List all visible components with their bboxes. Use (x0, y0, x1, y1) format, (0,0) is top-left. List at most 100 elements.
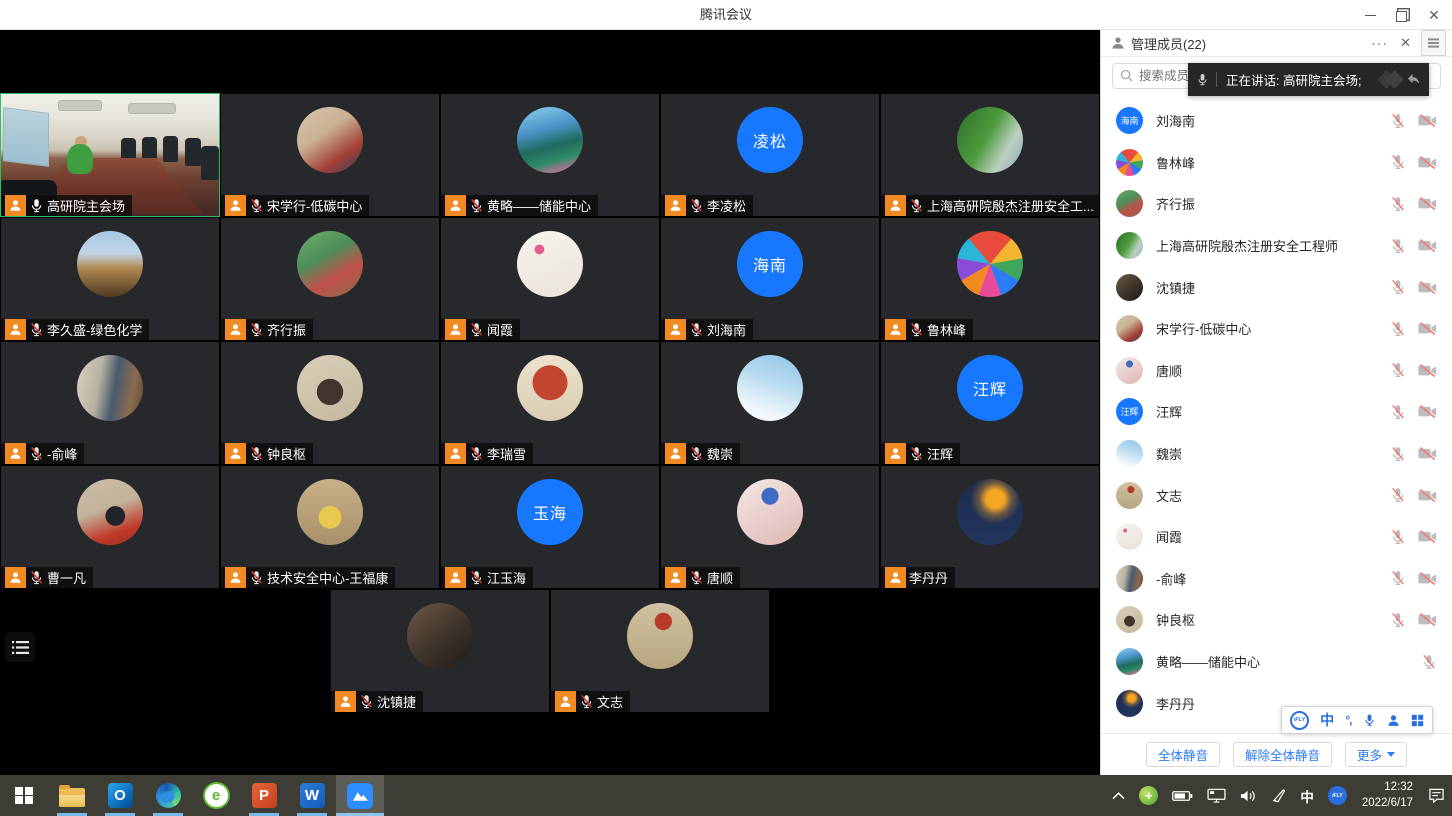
tray-expand-chevron[interactable] (1105, 775, 1132, 816)
video-tile[interactable]: 海南 刘海南 (660, 217, 880, 341)
ime-language-button[interactable]: 中 (1320, 710, 1334, 730)
camera-muted-icon[interactable] (1418, 196, 1437, 211)
tray-display-icon[interactable] (1200, 775, 1233, 816)
video-tile[interactable]: 技术安全中心-王福康 (220, 465, 440, 589)
video-tile[interactable]: 高研院主会场 (0, 93, 220, 217)
tray-ifly-icon[interactable]: iFLY (1321, 775, 1354, 816)
unmute-all-button[interactable]: 解除全体静音 (1233, 742, 1332, 767)
mic-muted-icon[interactable] (1390, 113, 1406, 129)
member-row[interactable]: 黄略——储能中心 (1101, 641, 1452, 683)
tray-pen-icon[interactable] (1264, 775, 1293, 816)
mic-muted-icon[interactable] (1390, 154, 1406, 170)
video-tile[interactable]: 玉海 江玉海 (440, 465, 660, 589)
taskbar-file-explorer[interactable] (48, 775, 96, 816)
camera-muted-icon[interactable] (1418, 612, 1437, 627)
taskbar-outlook[interactable]: O (96, 775, 144, 816)
video-tile[interactable]: 魏崇 (660, 341, 880, 465)
camera-muted-icon[interactable] (1418, 280, 1437, 295)
camera-muted-icon[interactable] (1418, 363, 1437, 378)
member-row[interactable]: 宋学行-低碳中心 (1101, 308, 1452, 350)
video-tile[interactable]: 闻霞 (440, 217, 660, 341)
camera-muted-icon[interactable] (1418, 113, 1437, 128)
ifly-logo-icon[interactable]: iFLY (1290, 711, 1309, 730)
video-tile[interactable]: 李瑞雪 (440, 341, 660, 465)
mic-muted-icon[interactable] (1390, 279, 1406, 295)
mic-muted-icon[interactable] (1390, 612, 1406, 628)
camera-muted-icon[interactable] (1418, 571, 1437, 586)
mic-muted-icon[interactable] (1421, 654, 1437, 670)
mic-muted-icon[interactable] (1390, 446, 1406, 462)
restore-button[interactable] (1386, 0, 1418, 30)
mic-muted-icon[interactable] (1390, 487, 1406, 503)
taskbar-edge[interactable] (144, 775, 192, 816)
video-tile[interactable]: 鲁林峰 (880, 217, 1100, 341)
panel-dock-button[interactable] (1421, 30, 1446, 56)
tray-ime-indicator[interactable]: 中 (1293, 775, 1321, 816)
mic-muted-icon[interactable] (1390, 570, 1406, 586)
member-row[interactable]: 唐顺 (1101, 350, 1452, 392)
member-row[interactable]: 闻霞 (1101, 516, 1452, 558)
ime-skin-button[interactable] (1411, 714, 1424, 727)
video-tile[interactable]: 李久盛-绿色化学 (0, 217, 220, 341)
video-tile[interactable]: 宋学行-低碳中心 (220, 93, 440, 217)
camera-muted-icon[interactable] (1418, 321, 1437, 336)
camera-muted-icon[interactable] (1418, 446, 1437, 461)
video-tile[interactable]: 唐顺 (660, 465, 880, 589)
member-row[interactable]: 钟良枢 (1101, 599, 1452, 641)
ime-user-button[interactable] (1387, 714, 1400, 727)
taskbar-360-browser[interactable]: e (192, 775, 240, 816)
panel-more-menu[interactable]: ··· (1365, 35, 1394, 51)
member-row[interactable]: 齐行振 (1101, 183, 1452, 225)
close-button[interactable]: ✕ (1418, 0, 1450, 30)
member-row[interactable]: 文志 (1101, 474, 1452, 516)
mic-muted-icon[interactable] (1390, 321, 1406, 337)
video-tile[interactable]: 上海高研院殷杰注册安全工... (880, 93, 1100, 217)
camera-muted-icon[interactable] (1418, 238, 1437, 253)
video-tile[interactable]: 曹一凡 (0, 465, 220, 589)
video-tile[interactable]: 齐行振 (220, 217, 440, 341)
member-controls (1421, 654, 1437, 670)
video-tile[interactable]: -俞峰 (0, 341, 220, 465)
panel-close-button[interactable]: ✕ (1394, 35, 1417, 51)
tray-battery-icon[interactable] (1165, 775, 1200, 816)
member-row[interactable]: 上海高研院殷杰注册安全工程师 (1101, 225, 1452, 267)
member-row[interactable]: 鲁林峰 (1101, 142, 1452, 184)
member-row[interactable]: 魏崇 (1101, 433, 1452, 475)
mic-muted-icon[interactable] (1390, 196, 1406, 212)
taskbar-tencent-meeting[interactable] (336, 775, 384, 816)
taskbar-clock[interactable]: 12:322022/6/17 (1354, 775, 1421, 816)
mic-muted-icon[interactable] (1390, 238, 1406, 254)
minimize-button[interactable] (1354, 0, 1386, 30)
ime-punctuation-button[interactable]: °, (1345, 713, 1351, 727)
taskbar-powerpoint[interactable]: P (240, 775, 288, 816)
camera-muted-icon[interactable] (1418, 529, 1437, 544)
notification-center-button[interactable] (1421, 775, 1452, 816)
video-tile[interactable]: 凌松 李凌松 (660, 93, 880, 217)
member-row[interactable]: 海南 刘海南 (1101, 100, 1452, 142)
member-row[interactable]: 汪辉 汪辉 (1101, 391, 1452, 433)
mic-muted-icon[interactable] (1390, 529, 1406, 545)
camera-muted-icon[interactable] (1418, 488, 1437, 503)
camera-muted-icon[interactable] (1418, 155, 1437, 170)
tray-360-safety-icon[interactable]: + (1132, 775, 1165, 816)
member-row[interactable]: -俞峰 (1101, 558, 1452, 600)
video-tile[interactable]: 黄略——储能中心 (440, 93, 660, 217)
member-list-toggle-button[interactable] (5, 632, 35, 662)
video-tile[interactable]: 沈镇捷 (330, 589, 550, 713)
video-tile[interactable]: 汪辉 汪辉 (880, 341, 1100, 465)
member-row[interactable]: 沈镇捷 (1101, 266, 1452, 308)
host-badge (885, 195, 906, 216)
member-name: 魏崇 (1156, 444, 1390, 463)
taskbar-word[interactable]: W (288, 775, 336, 816)
video-tile[interactable]: 钟良枢 (220, 341, 440, 465)
mic-muted-icon[interactable] (1390, 362, 1406, 378)
mic-muted-icon[interactable] (1390, 404, 1406, 420)
camera-muted-icon[interactable] (1418, 404, 1437, 419)
video-tile[interactable]: 李丹丹 (880, 465, 1100, 589)
more-button[interactable]: 更多 (1345, 742, 1407, 767)
tray-volume-icon[interactable] (1233, 775, 1264, 816)
ime-voice-button[interactable] (1363, 713, 1376, 727)
video-tile[interactable]: 文志 (550, 589, 770, 713)
start-button[interactable] (0, 775, 48, 816)
mute-all-button[interactable]: 全体静音 (1146, 742, 1220, 767)
